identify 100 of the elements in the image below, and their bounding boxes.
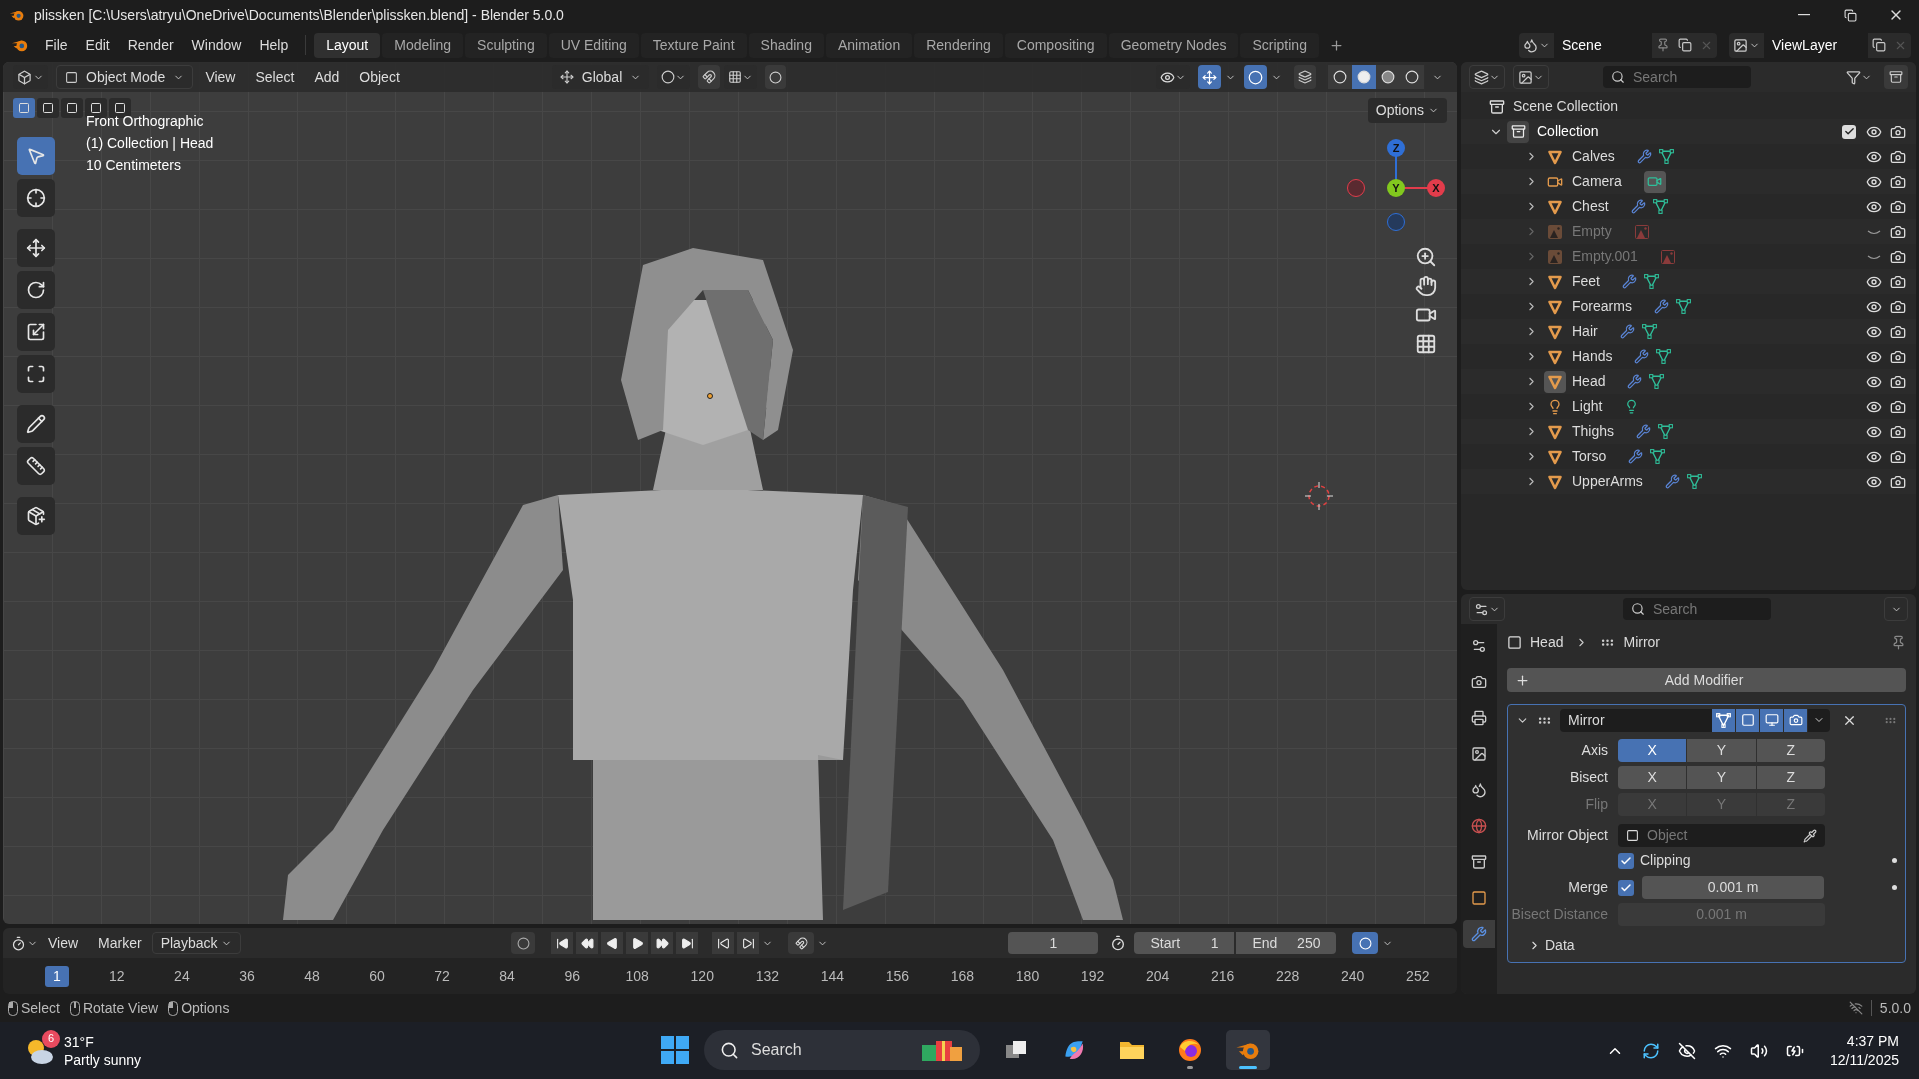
menu-item[interactable]: Help: [250, 34, 298, 56]
search-field[interactable]: Search: [1623, 598, 1771, 620]
clock-date: 12/11/2025: [1829, 1050, 1899, 1070]
tree-item[interactable]: Torso: [1572, 446, 1607, 467]
breadcrumb-item[interactable]: Mirror: [1623, 631, 1660, 653]
tree-item[interactable]: Hair: [1572, 321, 1598, 342]
workspace-tab[interactable]: UV Editing: [548, 32, 639, 58]
menu-item[interactable]: View: [38, 932, 89, 954]
workspace-tab[interactable]: Shading: [748, 32, 824, 58]
menu-item[interactable]: Window: [182, 34, 251, 56]
frame-number: 36: [238, 966, 256, 986]
playback-dropdown[interactable]: Playback: [151, 932, 242, 954]
add-modifier-button[interactable]: Add Modifier: [1507, 668, 1906, 692]
frame-number: 12: [108, 966, 126, 986]
workspace-tab[interactable]: Rendering: [914, 32, 1003, 58]
current-frame-field[interactable]: 1: [1008, 932, 1099, 954]
frame-number: 60: [368, 966, 386, 986]
section-header[interactable]: Data: [1545, 934, 1575, 956]
axis-toggle[interactable]: Y: [1687, 739, 1756, 762]
tree-item[interactable]: Calves: [1572, 146, 1615, 167]
workspace-tab[interactable]: Compositing: [1004, 32, 1107, 58]
viewport-info-text: (1) Collection | Head: [86, 134, 214, 153]
axis-toggle[interactable]: Z: [1756, 739, 1825, 762]
frame-number: 144: [819, 966, 846, 986]
tree-item[interactable]: Hands: [1572, 346, 1613, 367]
notification-badge: 6: [42, 1029, 60, 1048]
field-label: Merge: [1567, 878, 1609, 897]
modifier-name-field[interactable]: Mirror: [1560, 708, 1712, 732]
frame-number: 24: [173, 966, 191, 986]
axis-toggle[interactable]: Z: [1756, 766, 1825, 789]
view-layer-name-field[interactable]: ViewLayer: [1764, 32, 1868, 58]
version-text: 5.0.0: [1879, 998, 1911, 1018]
tree-item[interactable]: Chest: [1572, 196, 1609, 217]
breadcrumb-item[interactable]: Head: [1530, 631, 1564, 653]
number-field: 0.001 m: [1618, 903, 1825, 926]
axis-handle[interactable]: Z: [1387, 139, 1405, 157]
tree-item[interactable]: Forearms: [1572, 296, 1632, 317]
options-dropdown[interactable]: Options: [1367, 98, 1447, 123]
menu-item[interactable]: Add: [306, 66, 348, 88]
frame-number: 72: [433, 966, 451, 986]
frame-number: 228: [1275, 966, 1301, 986]
tree-item[interactable]: Thighs: [1572, 421, 1615, 442]
tree-item[interactable]: Collection: [1537, 121, 1599, 142]
end-frame-field[interactable]: End 250: [1236, 932, 1337, 954]
field-label: Flip: [1584, 795, 1609, 814]
axis-toggle[interactable]: X: [1618, 739, 1687, 762]
menu-item[interactable]: View: [197, 66, 244, 88]
field-label: Axis: [1580, 741, 1609, 760]
search-field[interactable]: Search: [704, 1030, 980, 1070]
checkbox-label[interactable]: Clipping: [1640, 850, 1691, 871]
scene-name-field[interactable]: Scene: [1554, 32, 1652, 58]
axis-toggle[interactable]: X: [1618, 766, 1687, 789]
frame-number: 240: [1340, 966, 1366, 986]
viewport-info-text: 10 Centimeters: [86, 156, 182, 175]
start-frame-field[interactable]: Start 1: [1134, 932, 1235, 954]
workspace-tab[interactable]: Texture Paint: [640, 32, 747, 58]
frame-number: 96: [563, 966, 581, 986]
workspace-tab[interactable]: Animation: [825, 32, 913, 58]
axis-handle[interactable]: X: [1427, 179, 1445, 197]
menu-item[interactable]: Marker: [88, 932, 152, 954]
clock-time: 4:37 PM: [1846, 1031, 1899, 1051]
object-field[interactable]: Object: [1618, 824, 1825, 847]
hint-text: Select: [21, 998, 60, 1018]
workspace-tab[interactable]: Scripting: [1240, 32, 1319, 58]
window-title: plissken [C:\Users\atryu\OneDrive\Documents\Blender\plissken.blend] - Blender 5.0.0: [34, 5, 564, 25]
hint-text: Rotate View: [82, 998, 159, 1018]
tree-item[interactable]: Head: [1572, 371, 1606, 392]
field-label: Bisect Distance: [1510, 905, 1609, 924]
menu-item[interactable]: Object: [351, 66, 408, 88]
number-field[interactable]: 0.001 m: [1642, 876, 1824, 899]
frame-number: 192: [1079, 966, 1106, 986]
temperature-text: 31°F: [64, 1032, 95, 1051]
field-label: Mirror Object: [1526, 826, 1609, 845]
frame-number: 48: [303, 966, 321, 986]
weather-condition-text: Partly sunny: [64, 1050, 142, 1069]
workspace-tab[interactable]: Sculpting: [465, 32, 547, 58]
hint-text: Options: [181, 998, 230, 1018]
menu-item[interactable]: Render: [118, 34, 183, 56]
workspace-tab[interactable]: Modeling: [382, 32, 464, 58]
frame-number: 156: [884, 966, 911, 986]
tree-item[interactable]: UpperArms: [1572, 471, 1643, 492]
workspace-tab[interactable]: Geometry Nodes: [1108, 32, 1239, 58]
mode-dropdown[interactable]: Object Mode: [56, 65, 194, 89]
frame-number: 204: [1144, 966, 1171, 986]
menu-item[interactable]: Select: [247, 66, 303, 88]
tree-item[interactable]: Camera: [1572, 171, 1622, 192]
frame-number: 132: [754, 966, 780, 986]
workspace-tab[interactable]: Layout: [314, 32, 381, 58]
tree-item[interactable]: Light: [1572, 396, 1603, 417]
tree-item[interactable]: Feet: [1572, 271, 1600, 292]
axis-toggle[interactable]: Y: [1687, 766, 1756, 789]
menu-item[interactable]: Edit: [76, 34, 119, 56]
frame-number: 180: [1014, 966, 1041, 986]
search-field[interactable]: Search: [1603, 66, 1751, 88]
frame-number: 252: [1405, 966, 1431, 986]
axis-handle[interactable]: Y: [1387, 179, 1405, 197]
frame-number: 108: [624, 966, 650, 986]
current-frame-marker[interactable]: 1: [45, 965, 69, 987]
tree-item[interactable]: Scene Collection: [1513, 96, 1619, 117]
menu-item[interactable]: File: [36, 34, 77, 56]
